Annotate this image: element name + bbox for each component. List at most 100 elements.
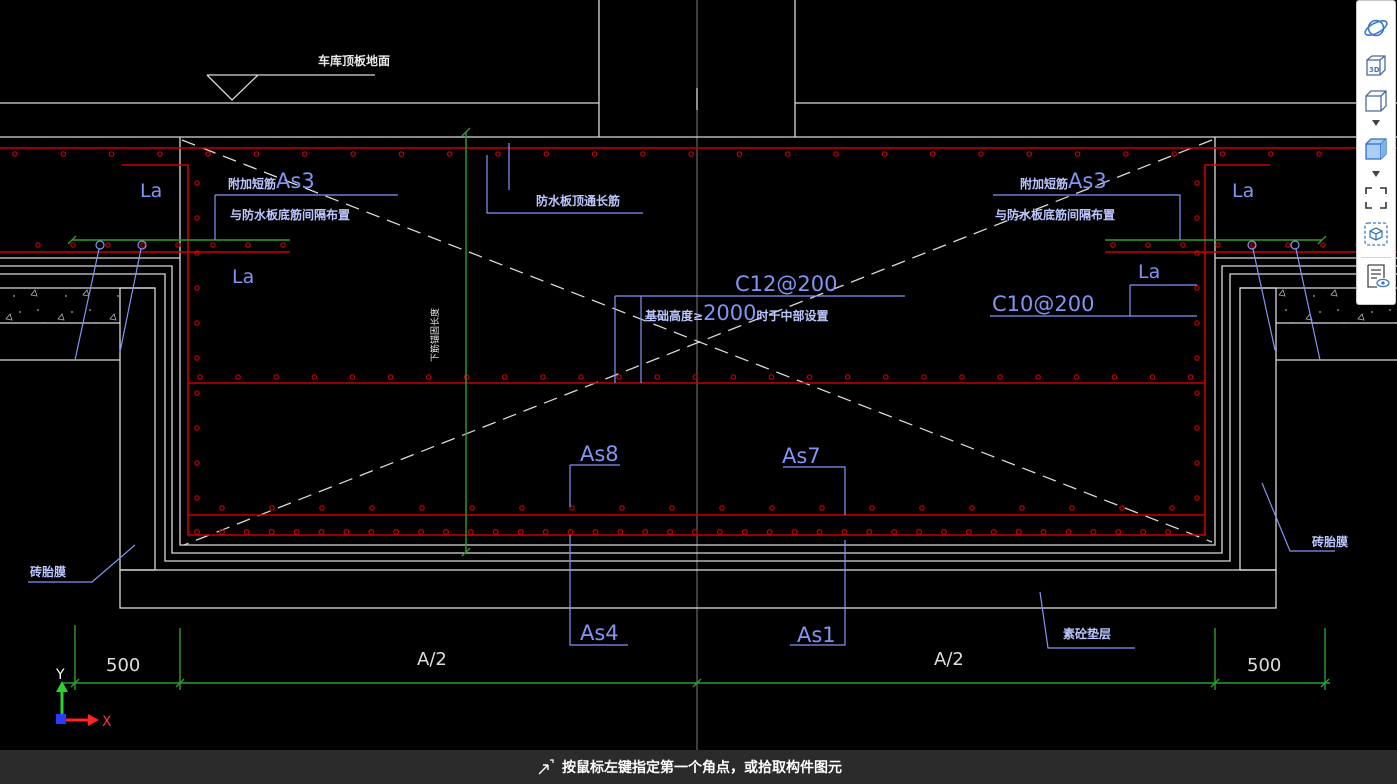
rebar-dot: [1268, 151, 1274, 157]
slab-layers: [0, 137, 1397, 562]
rebar-dot: [784, 151, 791, 157]
rebar-dot: [319, 505, 325, 511]
rebar-dot: [768, 374, 775, 380]
rebar-dot: [844, 374, 851, 380]
as3-left-label: 附加短筋As3: [228, 169, 315, 193]
cube-3d-icon: 3D: [1366, 55, 1386, 76]
rebar-dot: [1215, 242, 1221, 248]
zoom-extents-button[interactable]: [1362, 184, 1390, 212]
rebar-dot: [882, 374, 889, 380]
rebar-dot: [194, 495, 200, 501]
rebar-dot: [591, 151, 598, 157]
rebar-dot: [1194, 355, 1200, 361]
chevron-down-icon: [1372, 120, 1380, 126]
document-eye-icon: [1367, 264, 1390, 288]
rebar-dot: [210, 242, 216, 248]
rebar-dot: [1320, 242, 1326, 248]
rebar-dot: [269, 505, 275, 511]
rebar-dot: [418, 528, 425, 535]
rebar-dot: [640, 151, 646, 157]
rebar-dot: [1040, 528, 1047, 535]
rebar-dot: [419, 505, 425, 511]
rebar-dot: [916, 528, 923, 535]
rebar-dot: [1194, 180, 1200, 186]
rebar-dot: [293, 528, 300, 535]
shaded-dropdown[interactable]: [1371, 170, 1381, 178]
rebar-dot: [1165, 528, 1172, 535]
rebar-dot: [343, 528, 350, 535]
rebar-dot: [1194, 495, 1200, 501]
rebar-dot: [194, 180, 200, 186]
rebar-dot: [1285, 242, 1291, 248]
rebar-dot: [919, 505, 925, 511]
rebar-dot: [387, 374, 394, 380]
isolate-button[interactable]: [1362, 220, 1390, 248]
dimension-half-left: A/2: [417, 649, 447, 670]
la-label-right-top: La: [1232, 180, 1254, 202]
wireframe-button[interactable]: [1362, 87, 1390, 115]
rebar-dot: [990, 528, 997, 535]
c12-label: C12@200: [735, 272, 837, 296]
cad-drawing-canvas[interactable]: 车库顶板地面 下筋锚固长度 La La La La 附加短筋As3 与防水板底筋…: [0, 0, 1397, 784]
orbit-button[interactable]: [1362, 14, 1390, 42]
plain-concrete-cushion: [119, 569, 1277, 609]
rebar-dot: [273, 374, 280, 380]
dimension-half-right: A/2: [934, 649, 964, 670]
shaded-button[interactable]: [1362, 135, 1390, 163]
as7-leader: [783, 466, 846, 515]
zoom-extents-icon: [1365, 187, 1387, 209]
rebar-dot: [12, 151, 18, 157]
dashed-cube-icon: [1364, 222, 1388, 246]
rebar-dot: [1119, 505, 1125, 511]
rebar-dot: [540, 374, 546, 380]
rebar-dot: [959, 374, 965, 380]
as3-right-label: 附加短筋As3: [1020, 169, 1107, 193]
mid-bar-note-suffix: 时于中部设置: [757, 308, 829, 323]
rebar-dot: [719, 505, 725, 511]
as3-left-note: 与防水板底筋间隔布置: [230, 207, 350, 222]
rebar-dot: [791, 528, 798, 535]
rebar-dot: [969, 505, 975, 511]
cushion-left: [0, 288, 120, 323]
rebar-dot: [253, 151, 260, 157]
rebar-dot: [1145, 242, 1151, 248]
rebar-dot: [219, 505, 225, 511]
view-toolbar: 3D: [1356, 0, 1396, 305]
as3-left-prefix: 附加短筋: [228, 176, 276, 191]
rebar-dot: [467, 528, 474, 535]
rebar-dot: [881, 151, 888, 157]
ground-label: 车库顶板地面: [318, 53, 390, 68]
rebar-dot: [245, 242, 251, 248]
rebar-dot: [197, 374, 203, 380]
ground-level-symbol: [206, 74, 375, 101]
rebar-dot: [70, 242, 76, 248]
rebar-dot: [1073, 374, 1080, 380]
rebar-marker: [95, 240, 105, 250]
chevron-down-icon: [1372, 171, 1380, 177]
rebar-dot: [519, 505, 525, 511]
vertical-dimension: [461, 127, 471, 557]
rebar-dot: [921, 374, 927, 380]
rebar-dot: [578, 374, 584, 380]
rebar-dot: [194, 528, 201, 535]
rebar-dot: [1169, 505, 1175, 511]
rebar-dot: [1194, 460, 1200, 466]
rebar-dot: [311, 374, 318, 380]
view-3d-button[interactable]: 3D: [1362, 52, 1390, 80]
wireframe-dropdown[interactable]: [1371, 119, 1381, 127]
la-label-right-bottom: La: [1138, 261, 1160, 283]
rebar-dot: [194, 215, 200, 221]
rebar-dot: [393, 528, 400, 535]
wireframe-cube-icon: [1365, 90, 1387, 112]
rebar-dot: [350, 151, 356, 157]
x-axis-label: X: [102, 714, 112, 730]
display-settings-button[interactable]: [1362, 262, 1390, 290]
mid-bar-note: 基础高度≥2000时于中部设置: [644, 301, 829, 325]
cushion-label: 素砼垫层: [1063, 626, 1111, 641]
rebar-dot: [495, 151, 501, 157]
origin-square: [56, 714, 66, 724]
rebar-dot: [766, 528, 773, 535]
ucs-axis-indicator: Y X: [55, 667, 112, 730]
rebar-dot: [492, 528, 499, 535]
rebar-dot: [318, 528, 325, 535]
